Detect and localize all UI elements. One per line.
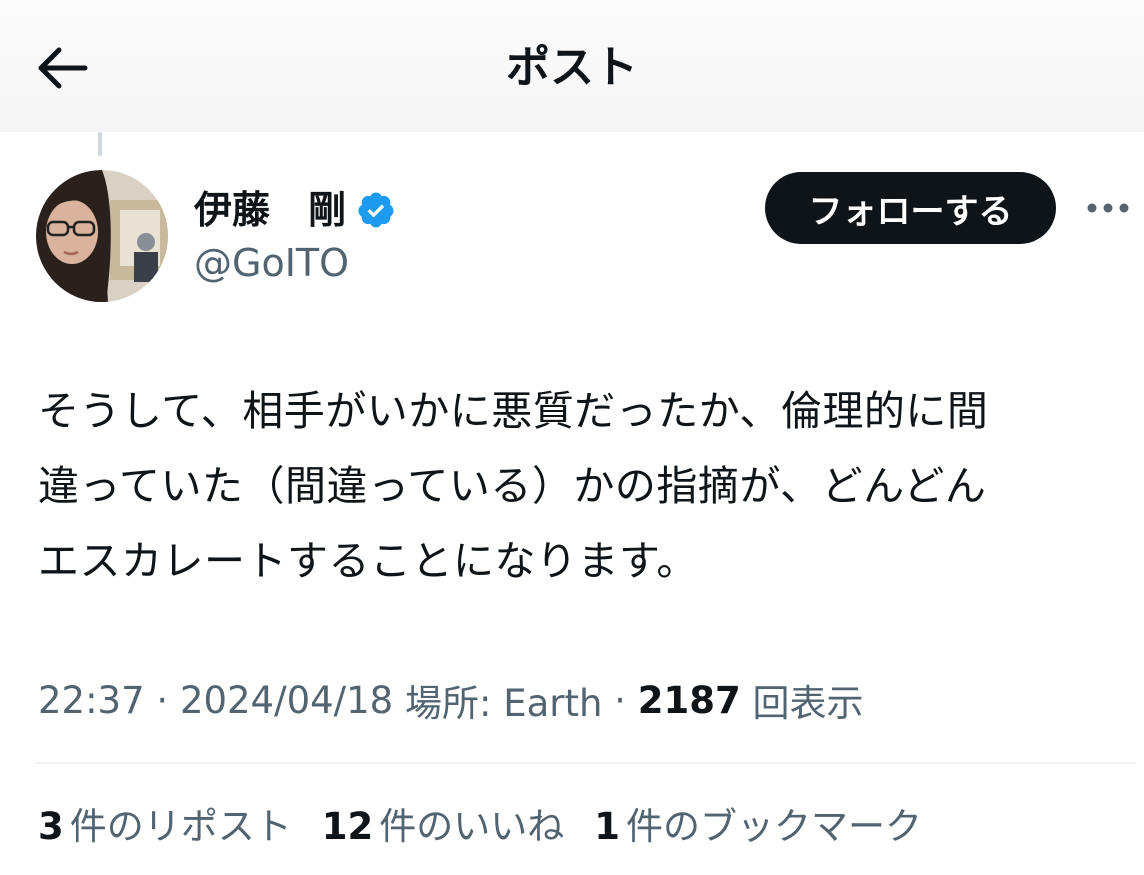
avatar[interactable] — [36, 170, 168, 302]
profile-photo — [36, 170, 168, 302]
views-count: 2187 — [637, 678, 741, 722]
bookmarks-stat[interactable]: 1 件のブックマーク — [594, 796, 922, 850]
views-label: 回表示 — [740, 682, 864, 725]
post-metadata: 22:37 · 2024/04/18 場所: Earth · 2187 回表示 — [38, 674, 863, 726]
more-options-button[interactable] — [1080, 188, 1136, 228]
more-horizontal-icon — [1087, 203, 1129, 213]
post-time[interactable]: 22:37 — [38, 679, 145, 722]
stat-count: 12 — [321, 805, 374, 848]
post-date[interactable]: 2024/04/18 — [180, 679, 393, 722]
reposts-stat[interactable]: 3 件のリポスト — [38, 796, 292, 850]
stat-label: 件のいいね — [379, 805, 565, 848]
post-body: そうして、相手がいかに悪質だったか、倫理的に間 違っていた（間違っている）かの指… — [38, 374, 1138, 599]
verified-badge-icon — [356, 190, 396, 230]
stat-label: 件のリポスト — [69, 805, 292, 848]
post-line: 違っていた（間違っている）かの指摘が、どんどん — [38, 462, 987, 510]
post-location: 場所: Earth — [393, 682, 603, 725]
stat-count: 1 — [594, 805, 620, 848]
meta-separator: · — [602, 678, 638, 722]
top-bar: ポスト — [0, 0, 1144, 132]
follow-button[interactable]: フォローする — [765, 172, 1056, 244]
engagement-stats: 3 件のリポスト 12 件のいいね 1 件のブックマーク — [38, 796, 952, 850]
author-display-name[interactable]: 伊藤 剛 — [194, 186, 346, 234]
post-line: そうして、相手がいかに悪質だったか、倫理的に間 — [38, 387, 989, 435]
stat-label: 件のブックマーク — [626, 805, 922, 848]
likes-stat[interactable]: 12 件のいいね — [322, 796, 565, 850]
post-line: エスカレートすることになります。 — [38, 537, 698, 585]
author-name-row: 伊藤 剛 — [194, 182, 396, 238]
page-title: ポスト — [506, 42, 638, 93]
thread-connector-line — [98, 132, 102, 156]
stat-count: 3 — [38, 805, 64, 848]
divider — [36, 762, 1136, 764]
author-handle[interactable]: @GoITO — [194, 238, 349, 288]
meta-separator: · — [144, 678, 180, 722]
